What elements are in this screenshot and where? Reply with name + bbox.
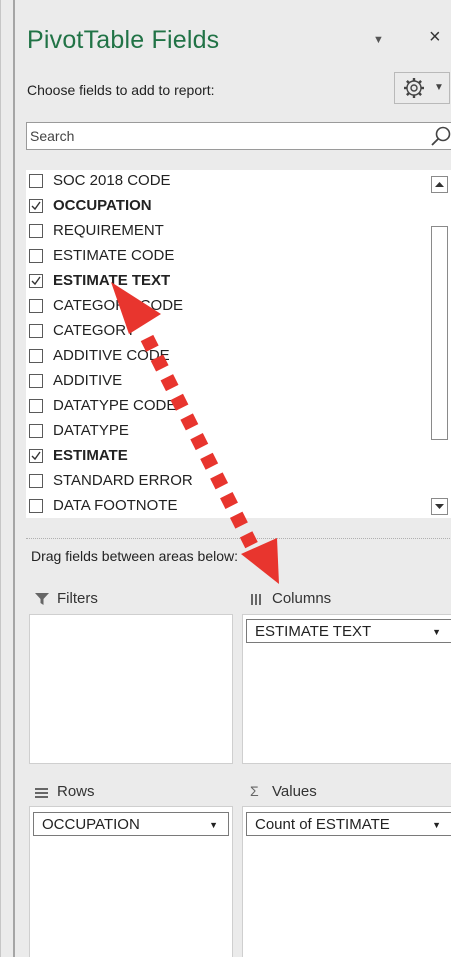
tools-button[interactable]: ▼ (394, 72, 450, 104)
chevron-down-icon[interactable]: ▼ (432, 627, 441, 637)
field-label: ADDITIVE (53, 372, 123, 389)
close-button[interactable]: × (429, 26, 441, 49)
field-item[interactable]: DATATYPE CODE (26, 395, 426, 420)
scroll-thumb[interactable] (431, 226, 448, 440)
field-checkbox[interactable] (29, 474, 43, 488)
field-checkbox[interactable] (29, 399, 43, 413)
rows-field-label: OCCUPATION (42, 816, 140, 833)
field-label: STANDARD ERROR (53, 472, 193, 489)
columns-field-pill[interactable]: ESTIMATE TEXT ▼ (246, 619, 451, 643)
values-field-label: Count of ESTIMATE (255, 816, 390, 833)
field-item[interactable]: DATATYPE (26, 420, 426, 445)
chevron-down-icon[interactable]: ▼ (209, 820, 218, 830)
search-input[interactable]: Search (26, 122, 451, 150)
field-checkbox[interactable] (29, 274, 43, 288)
field-checkbox[interactable] (29, 299, 43, 313)
field-item[interactable]: SOC 2018 CODE (26, 170, 426, 195)
columns-drop-area[interactable]: ESTIMATE TEXT ▼ (242, 614, 451, 764)
columns-label: Columns (272, 590, 332, 607)
field-checkbox[interactable] (29, 199, 43, 213)
field-label: REQUIREMENT (53, 222, 164, 239)
field-item[interactable]: STANDARD ERROR (26, 470, 426, 495)
checkmark-icon (31, 201, 41, 211)
field-item[interactable]: ADDITIVE CODE (26, 345, 426, 370)
rows-icon (35, 786, 49, 803)
field-checkbox[interactable] (29, 449, 43, 463)
checkmark-icon (31, 276, 41, 286)
field-item[interactable]: ESTIMATE TEXT (26, 270, 426, 295)
sigma-icon: Σ (250, 783, 259, 799)
field-item[interactable]: CATEGORY (26, 320, 426, 345)
checkmark-icon (31, 451, 41, 461)
columns-icon (250, 593, 264, 610)
rows-field-pill[interactable]: OCCUPATION ▼ (33, 812, 229, 836)
values-label: Values (272, 783, 317, 800)
field-label: CATEGORY (53, 322, 136, 339)
field-label: OCCUPATION (53, 197, 152, 214)
field-checkbox[interactable] (29, 324, 43, 338)
field-label: ESTIMATE CODE (53, 247, 175, 264)
field-list: SOC 2018 CODE OCCUPATION REQUIREMENT ESTIMA… (26, 170, 451, 518)
rows-label: Rows (57, 783, 95, 800)
field-item[interactable]: OCCUPATION (26, 195, 426, 220)
columns-field-label: ESTIMATE TEXT (255, 623, 372, 640)
search-icon (429, 125, 451, 154)
gear-icon (402, 76, 426, 105)
pane-title: PivotTable Fields (27, 26, 220, 54)
section-divider (26, 538, 451, 539)
field-label: ESTIMATE TEXT (53, 272, 171, 289)
field-label: DATATYPE (53, 422, 129, 439)
field-label: DATA FOOTNOTE (53, 497, 178, 514)
pivottable-fields-pane: PivotTable Fields ▼ × Choose fields to a… (0, 0, 451, 957)
field-item[interactable]: REQUIREMENT (26, 220, 426, 245)
field-checkbox[interactable] (29, 174, 43, 188)
field-item[interactable]: ADDITIVE (26, 370, 426, 395)
search-placeholder: Search (30, 128, 75, 144)
field-checkbox[interactable] (29, 374, 43, 388)
filters-label: Filters (57, 590, 98, 607)
field-checkbox[interactable] (29, 349, 43, 363)
chevron-down-icon: ▼ (434, 82, 444, 93)
field-label: CATEGORY CODE (53, 297, 184, 314)
field-checkbox[interactable] (29, 499, 43, 513)
field-checkbox[interactable] (29, 424, 43, 438)
field-label: SOC 2018 CODE (53, 172, 171, 189)
task-pane-options-button[interactable]: ▼ (373, 34, 384, 46)
scroll-down-button[interactable] (431, 498, 448, 515)
values-drop-area[interactable]: Count of ESTIMATE ▼ (242, 806, 451, 957)
filters-drop-area[interactable] (29, 614, 233, 764)
field-item[interactable]: ESTIMATE (26, 445, 426, 470)
field-item[interactable]: DATA FOOTNOTE (26, 495, 426, 518)
field-item[interactable]: ESTIMATE CODE (26, 245, 426, 270)
field-label: ADDITIVE CODE (53, 347, 170, 364)
field-list-scrollbar[interactable] (430, 170, 451, 518)
choose-fields-label: Choose fields to add to report: (27, 82, 215, 98)
rows-drop-area[interactable]: OCCUPATION ▼ (29, 806, 233, 957)
field-label: ESTIMATE (53, 447, 128, 464)
filter-icon (35, 593, 49, 610)
field-checkbox[interactable] (29, 224, 43, 238)
drag-hint: Drag fields between areas below: (31, 548, 239, 564)
scroll-up-button[interactable] (431, 176, 448, 193)
values-field-pill[interactable]: Count of ESTIMATE ▼ (246, 812, 451, 836)
chevron-down-icon[interactable]: ▼ (432, 820, 441, 830)
field-item[interactable]: CATEGORY CODE (26, 295, 426, 320)
field-checkbox[interactable] (29, 249, 43, 263)
field-label: DATATYPE CODE (53, 397, 177, 414)
pane-resize-edge[interactable] (13, 0, 15, 957)
